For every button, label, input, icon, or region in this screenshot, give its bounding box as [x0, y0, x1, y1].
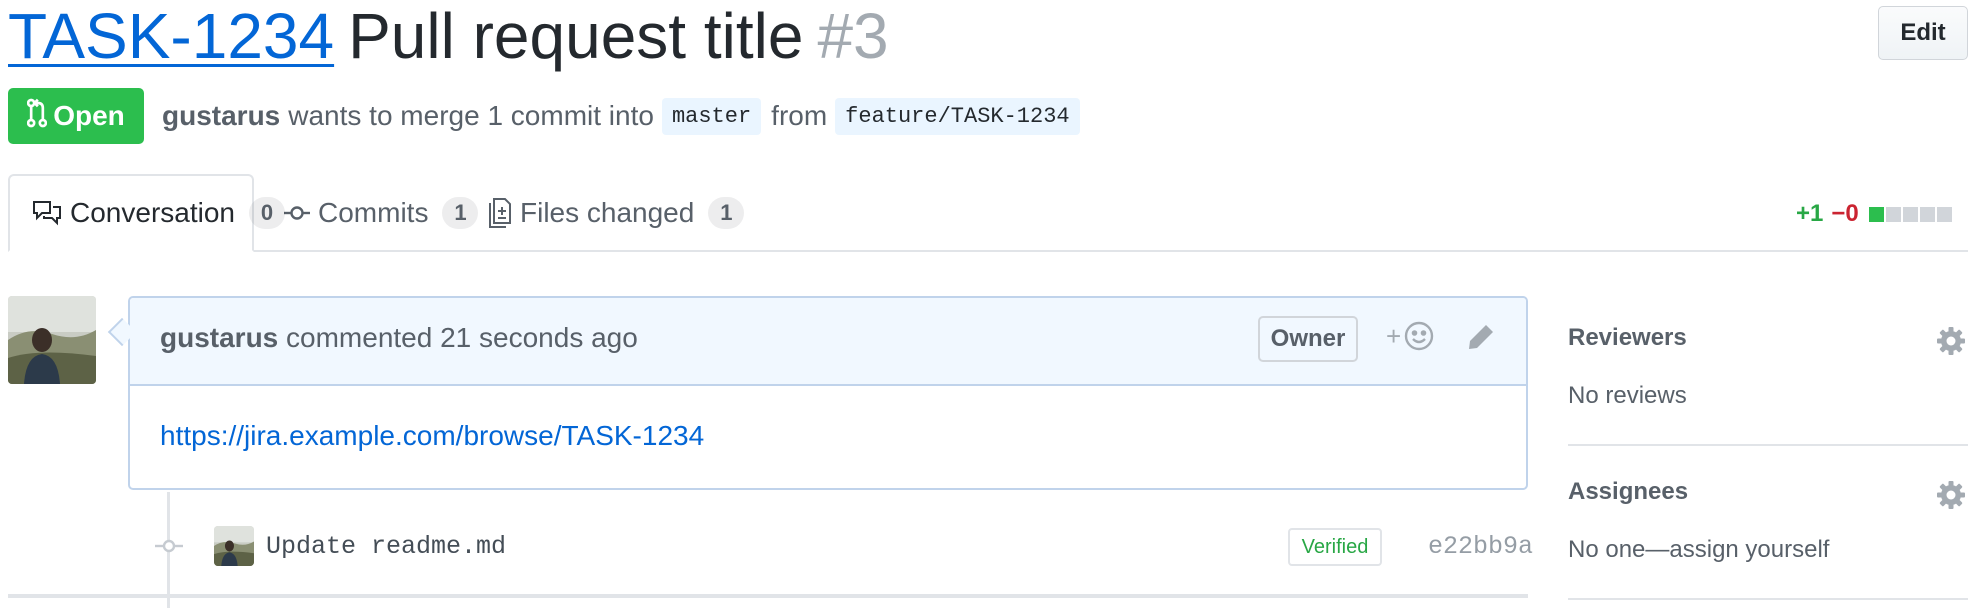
comment-timestamp[interactable]: commented 21 seconds ago	[286, 322, 638, 353]
comment-body: https://jira.example.com/browse/TASK-123…	[160, 420, 704, 452]
assignees-value[interactable]: No one—assign yourself	[1568, 536, 1829, 564]
diffstat-blocks	[1867, 206, 1952, 222]
gear-icon[interactable]	[1936, 480, 1966, 515]
commit-message-link[interactable]: Update readme.md	[266, 532, 506, 561]
diffstat-block-neutral	[1936, 206, 1952, 222]
head-branch[interactable]: feature/TASK-1234	[835, 97, 1080, 135]
base-branch[interactable]: master	[661, 97, 762, 135]
timeline-divider	[8, 594, 1528, 598]
tab-counter: 0	[248, 197, 285, 229]
pr-state-label: Open	[53, 100, 125, 131]
edit-button[interactable]: Edit	[1878, 6, 1968, 60]
pencil-icon[interactable]	[1466, 322, 1496, 357]
git-commit-icon	[155, 536, 183, 561]
assignees-heading[interactable]: Assignees	[1568, 478, 1688, 506]
pr-title-row: TASK-1234 Pull request title #3	[8, 0, 889, 72]
tab-counter: 1	[442, 197, 479, 229]
tab-label: Conversation	[70, 197, 235, 228]
tab-counter: 1	[708, 197, 745, 229]
comment-author-link[interactable]: gustarus	[160, 322, 278, 353]
reaction-plus: +	[1386, 320, 1402, 351]
add-reaction-button[interactable]: +	[1386, 320, 1435, 352]
comment-discussion-icon	[32, 199, 62, 227]
avatar-photo	[8, 296, 96, 384]
sidebar-divider	[1568, 444, 1968, 446]
avatar-photo	[214, 526, 254, 566]
merge-text: wants to merge 1 commit into	[288, 100, 654, 131]
pr-title: Pull request title	[348, 0, 804, 72]
tab-conversation[interactable]: Conversation 0	[8, 174, 285, 252]
git-commit-icon	[284, 203, 310, 223]
tab-label: Commits	[318, 197, 429, 228]
comment-header: gustarus commented 21 seconds ago Owner …	[130, 298, 1526, 386]
diffstat-deletions: −0	[1831, 200, 1859, 227]
owner-badge: Owner	[1258, 316, 1358, 362]
tab-label: Files changed	[520, 197, 695, 228]
pr-state-badge: Open	[8, 88, 144, 144]
gear-icon[interactable]	[1936, 326, 1966, 361]
smiley-icon	[1403, 320, 1435, 352]
diffstat-additions: +1	[1796, 200, 1824, 227]
commit-sha-link[interactable]: e22bb9a	[1428, 532, 1533, 561]
avatar[interactable]	[8, 296, 96, 384]
reviewers-value: No reviews	[1568, 382, 1687, 409]
comment-box: gustarus commented 21 seconds ago Owner …	[128, 296, 1528, 490]
diffstat-block-neutral	[1902, 206, 1918, 222]
merge-summary: gustarus wants to merge 1 commit into ma…	[162, 94, 1090, 138]
jira-link[interactable]: https://jira.example.com/browse/TASK-123…	[160, 420, 704, 451]
pr-number: #3	[817, 0, 889, 72]
sidebar-divider	[1568, 598, 1968, 600]
tab-commits[interactable]: Commits 1	[284, 174, 479, 252]
author-link[interactable]: gustarus	[162, 100, 280, 132]
diffstat: +1 −0	[1796, 196, 1952, 232]
issue-key-link[interactable]: TASK-1234	[8, 0, 334, 72]
git-pull-request-icon	[27, 98, 48, 135]
reviewers-heading[interactable]: Reviewers	[1568, 324, 1687, 352]
verified-badge[interactable]: Verified	[1288, 528, 1382, 566]
diffstat-block-neutral	[1885, 206, 1901, 222]
diffstat-block-added	[1868, 206, 1884, 222]
comment-title: gustarus commented 21 seconds ago	[160, 322, 638, 354]
diffstat-block-neutral	[1919, 206, 1935, 222]
file-diff-icon	[488, 197, 512, 229]
tab-files-changed[interactable]: Files changed 1	[488, 174, 745, 252]
from-text: from	[771, 100, 828, 131]
commit-avatar[interactable]	[214, 526, 254, 566]
